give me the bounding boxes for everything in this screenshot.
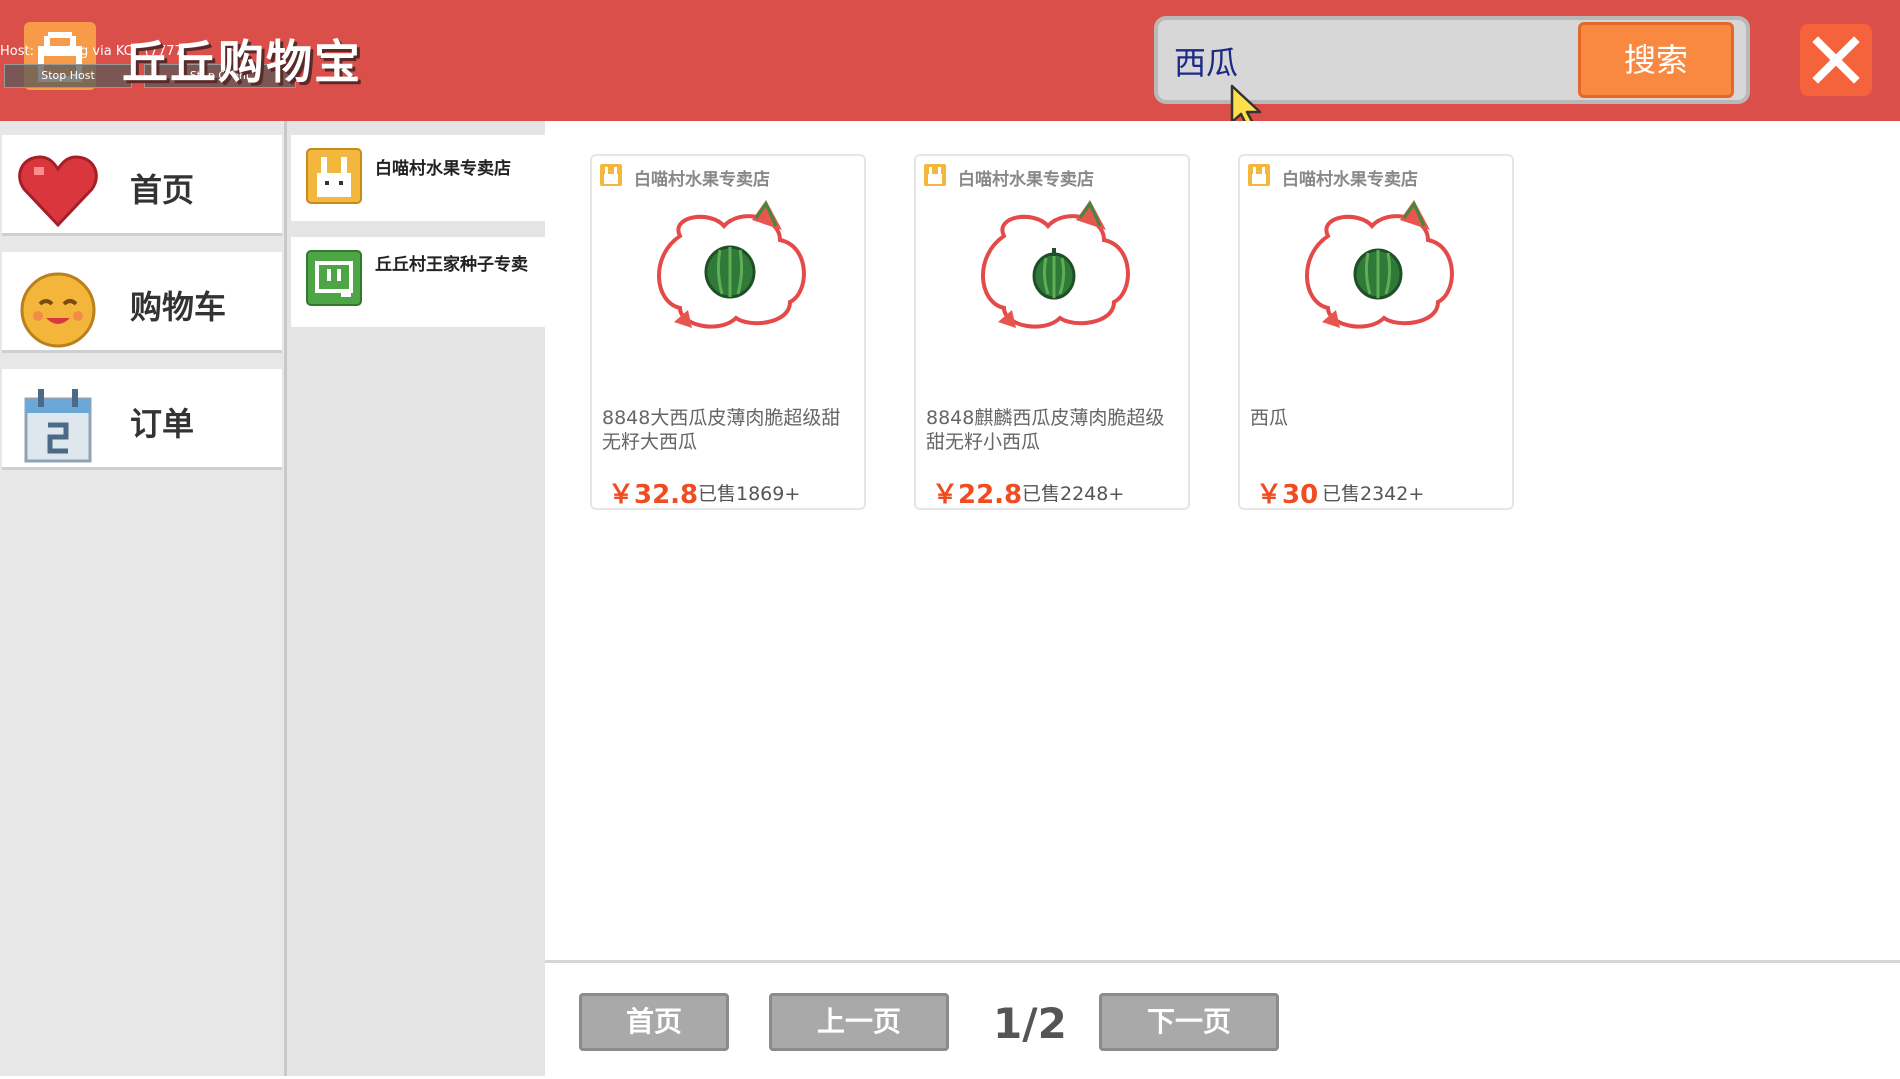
watermelon-image <box>1305 200 1454 329</box>
main-nav: 首页 购物车 订单 <box>0 121 287 1076</box>
smiley-face-icon <box>20 272 96 348</box>
app-title: 丘丘购物宝 <box>122 35 362 89</box>
nav-item-cart[interactable]: 购物车 <box>2 252 282 350</box>
product-grid: 白喵村水果专卖店 8848大西瓜皮薄肉脆超级甜无籽大西瓜 ￥32.8 已售186… <box>545 121 1900 961</box>
calendar-icon <box>24 389 92 463</box>
prev-page-button[interactable]: 上一页 <box>769 993 949 1051</box>
product-card[interactable]: 白喵村水果专卖店 8848大西瓜皮薄肉脆超级甜无籽大西瓜 ￥32.8 已售186… <box>590 154 866 510</box>
shop-item-seeds[interactable]: 丘丘村王家种子专卖 <box>291 237 545 327</box>
product-store-name: 白喵村水果专卖店 <box>1282 170 1418 190</box>
rabbit-shop-icon <box>924 164 946 186</box>
watermelon-image <box>657 200 806 329</box>
page-indicator: 1/2 <box>993 999 1067 1048</box>
pagination: 首页 上一页 1/2 下一页 <box>545 960 1900 1079</box>
nav-item-orders[interactable]: 订单 <box>2 369 282 467</box>
product-sold-count: 已售2248+ <box>1022 483 1125 505</box>
product-name: 8848麒麟西瓜皮薄肉脆超级甜无籽小西瓜 <box>926 407 1165 453</box>
nav-item-label: 购物车 <box>130 288 227 326</box>
nav-item-label: 订单 <box>130 405 195 443</box>
product-store-name: 白喵村水果专卖店 <box>958 170 1094 190</box>
shop-item-label: 白喵村水果专卖店 <box>375 159 511 179</box>
rabbit-shop-icon <box>1248 164 1270 186</box>
product-name: 西瓜 <box>1250 407 1289 429</box>
nav-item-home[interactable]: 首页 <box>2 135 282 233</box>
product-name: 8848大西瓜皮薄肉脆超级甜无籽大西瓜 <box>602 407 841 453</box>
product-store-name: 白喵村水果专卖店 <box>634 170 770 190</box>
stop-host-button[interactable]: Stop Host <box>4 64 132 88</box>
nav-item-label: 首页 <box>130 171 195 209</box>
shop-list: 白喵村水果专卖店 丘丘村王家种子专卖 <box>287 121 545 1076</box>
product-price: ￥22.8 <box>932 480 1023 510</box>
heart-icon <box>18 155 98 228</box>
product-card[interactable]: 白喵村水果专卖店 西瓜 ￥30 已售2342+ <box>1238 154 1514 510</box>
watermelon-image <box>981 200 1130 329</box>
shop-item-fruit[interactable]: 白喵村水果专卖店 <box>291 135 545 221</box>
close-icon <box>1812 36 1860 84</box>
product-price: ￥32.8 <box>608 480 699 510</box>
product-price: ￥30 <box>1256 480 1319 510</box>
rabbit-shop-icon <box>306 148 362 204</box>
app-header: Host: running via KCP (7777) Stop Host S… <box>0 0 1900 130</box>
green-shop-icon <box>306 250 362 306</box>
product-card[interactable]: 白喵村水果专卖店 8848麒麟西瓜皮薄肉脆超级甜无籽小西瓜 ￥22.8 已售22… <box>914 154 1190 510</box>
product-sold-count: 已售2342+ <box>1322 483 1425 505</box>
next-page-button[interactable]: 下一页 <box>1099 993 1279 1051</box>
rabbit-shop-icon <box>600 164 622 186</box>
product-sold-count: 已售1869+ <box>698 483 801 505</box>
search-button[interactable]: 搜索 <box>1578 22 1734 98</box>
close-button[interactable] <box>1800 24 1872 96</box>
shop-item-label: 丘丘村王家种子专卖 <box>375 255 528 275</box>
first-page-button[interactable]: 首页 <box>579 993 729 1051</box>
